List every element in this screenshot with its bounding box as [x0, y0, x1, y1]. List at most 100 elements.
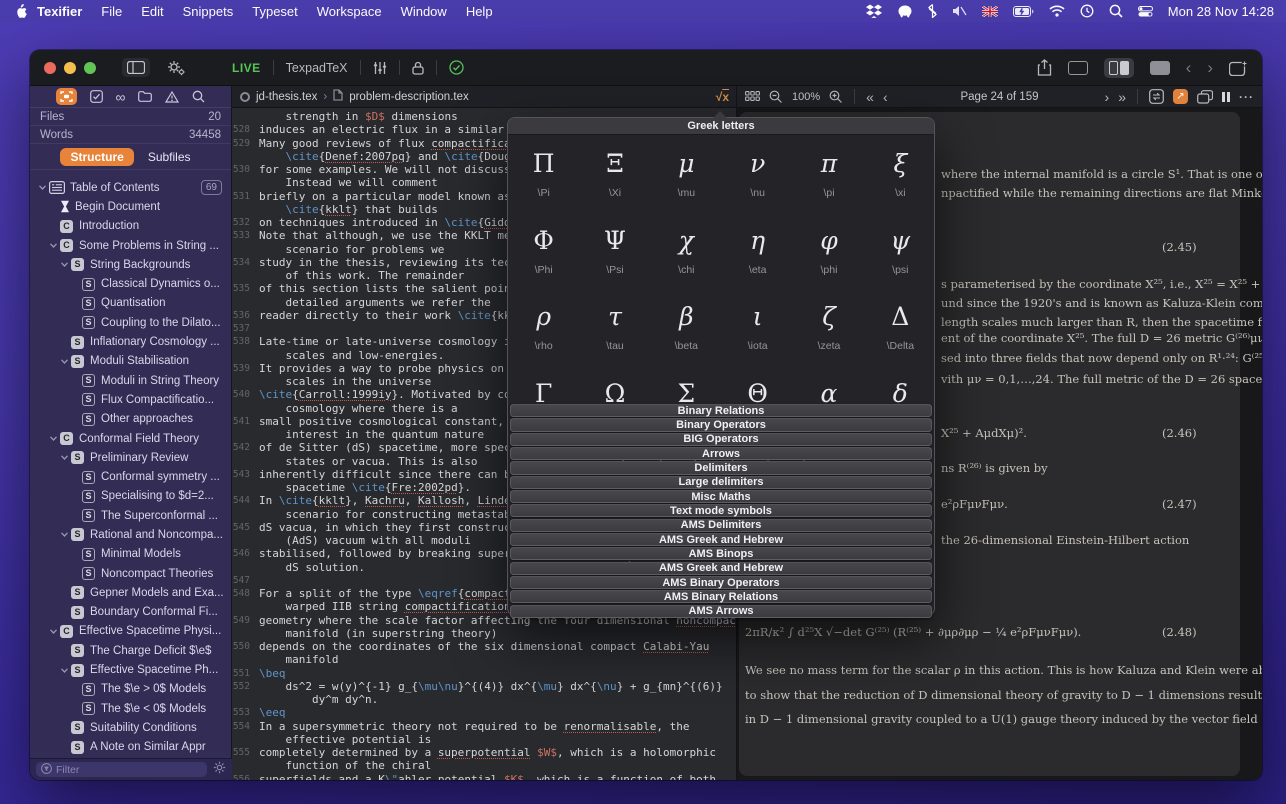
- apple-logo-icon[interactable]: [14, 4, 27, 19]
- toc-item-some-problems-in-string[interactable]: CSome Problems in String ...: [30, 236, 232, 255]
- live-typeset-toggle[interactable]: LIVE: [232, 61, 261, 75]
- greek-symbol-psi[interactable]: ψ\psi: [865, 215, 936, 292]
- greek-symbol-rho[interactable]: ρ\rho: [508, 291, 579, 368]
- toggle-sidebar-icon[interactable]: [122, 58, 150, 77]
- code-line[interactable]: 552 ds^2 = w(y)^{-1} g_{\mu\nu}^{(4)} dx…: [232, 680, 737, 693]
- menu-clock[interactable]: Mon 28 Nov 14:28: [1168, 4, 1274, 19]
- chevron-down-icon[interactable]: [58, 530, 71, 539]
- symbol-section-misc-maths[interactable]: Misc Maths: [510, 490, 932, 503]
- toc-item-the-e-0-models[interactable]: SThe $\e > 0$ Models: [30, 680, 232, 699]
- symbol-section-delimiters[interactable]: Delimiters: [510, 461, 932, 474]
- sidebar-settings-gear-icon[interactable]: [213, 761, 226, 779]
- chevron-down-icon[interactable]: [36, 183, 49, 192]
- uk-keyboard-flag-icon[interactable]: [982, 6, 998, 17]
- code-line[interactable]: 556superfields and a K\"ahler potential …: [232, 773, 737, 781]
- toc-item-begin-document[interactable]: Begin Document: [30, 197, 232, 216]
- greek-symbol-eta[interactable]: η\eta: [722, 215, 793, 292]
- toc-item-minimal-models[interactable]: SMinimal Models: [30, 545, 232, 564]
- greek-symbol-pi[interactable]: π\pi: [793, 138, 864, 215]
- toc-item-flux-compactificatio[interactable]: SFlux Compactificatio...: [30, 390, 232, 409]
- toc-item-the-charge-deficit-e[interactable]: SThe Charge Deficit $\e$: [30, 641, 232, 660]
- code-line[interactable]: 553\eeq: [232, 706, 737, 719]
- menu-item-workspace[interactable]: Workspace: [317, 4, 382, 19]
- todo-checkbox-icon[interactable]: [90, 90, 103, 103]
- toc-item-noncompact-theories[interactable]: SNoncompact Theories: [30, 564, 232, 583]
- previous-page-icon[interactable]: ‹: [883, 89, 888, 105]
- chevron-down-icon[interactable]: [47, 241, 60, 250]
- menu-item-file[interactable]: File: [101, 4, 122, 19]
- chevron-down-icon[interactable]: [47, 627, 60, 636]
- view-pdf-only-button[interactable]: [1150, 61, 1170, 75]
- search-icon[interactable]: [192, 90, 205, 103]
- toc-item-suitability-conditions[interactable]: SSuitability Conditions: [30, 718, 232, 737]
- zoom-window-button[interactable]: [84, 62, 96, 74]
- history-forward-icon[interactable]: ›: [1207, 59, 1213, 76]
- menu-item-typeset[interactable]: Typeset: [252, 4, 298, 19]
- toc-item-preliminary-review[interactable]: SPreliminary Review: [30, 448, 232, 467]
- symbol-section-binary-relations[interactable]: Binary Relations: [510, 404, 932, 417]
- view-split-button[interactable]: [1104, 58, 1134, 78]
- greek-symbol-xi[interactable]: ξ\xi: [865, 138, 936, 215]
- greek-symbol-chi[interactable]: χ\chi: [651, 215, 722, 292]
- symbol-section-ams-binary-relations[interactable]: AMS Binary Relations: [510, 590, 932, 603]
- menu-item-edit[interactable]: Edit: [141, 4, 163, 19]
- greek-symbol-phi[interactable]: φ\phi: [793, 215, 864, 292]
- greek-symbol-delta[interactable]: Δ\Delta: [865, 291, 936, 368]
- greek-symbol-iota[interactable]: ι\iota: [722, 291, 793, 368]
- symbol-grid-icon[interactable]: [745, 91, 760, 102]
- symbol-section-large-delimiters[interactable]: Large delimiters: [510, 476, 932, 489]
- bluetooth-icon[interactable]: [928, 4, 937, 18]
- math-symbols-button[interactable]: √x: [716, 90, 729, 104]
- next-page-icon[interactable]: ›: [1105, 89, 1110, 105]
- symbol-section-ams-greek-and-hebrew[interactable]: AMS Greek and Hebrew: [510, 533, 932, 546]
- toc-item-gepner-models-and-exa[interactable]: SGepner Models and Exa...: [30, 583, 232, 602]
- symbol-section-text-mode-symbols[interactable]: Text mode symbols: [510, 504, 932, 517]
- code-line[interactable]: function of the chiral: [232, 759, 737, 772]
- code-line[interactable]: manifold (in superstring theory): [232, 627, 737, 640]
- greek-symbol-pi[interactable]: Π\Pi: [508, 138, 579, 215]
- toc-item-other-approaches[interactable]: SOther approaches: [30, 410, 232, 429]
- toc-item-conformal-symmetry[interactable]: SConformal symmetry ...: [30, 467, 232, 486]
- symbol-section-arrows[interactable]: Arrows: [510, 447, 932, 460]
- battery-charging-icon[interactable]: [1013, 6, 1034, 17]
- more-options-icon[interactable]: ···: [1239, 90, 1254, 104]
- toc-item-boundary-conformal-fi[interactable]: SBoundary Conformal Fi...: [30, 603, 232, 622]
- mammoth-icon[interactable]: [897, 5, 913, 18]
- zoom-in-icon[interactable]: [829, 90, 843, 103]
- spotlight-icon[interactable]: [1109, 4, 1123, 18]
- greek-symbol-tau[interactable]: τ\tau: [579, 291, 650, 368]
- symbol-section-big-operators[interactable]: BIG Operators: [510, 433, 932, 446]
- zoom-level[interactable]: 100%: [792, 91, 820, 103]
- close-window-button[interactable]: [44, 62, 56, 74]
- filter-input[interactable]: [56, 764, 202, 776]
- toc-item-classical-dynamics-o[interactable]: SClassical Dynamics o...: [30, 274, 232, 293]
- dropbox-icon[interactable]: [866, 4, 882, 18]
- lock-icon[interactable]: [412, 61, 424, 75]
- breadcrumb-root[interactable]: jd-thesis.tex: [256, 91, 317, 103]
- chevron-down-icon[interactable]: [58, 357, 71, 366]
- sync-tex-icon[interactable]: [1149, 89, 1164, 104]
- folder-icon[interactable]: [138, 91, 152, 102]
- pause-typeset-icon[interactable]: [1222, 92, 1230, 102]
- code-line[interactable]: 550depends on the coordinates of the six…: [232, 640, 737, 653]
- toc-item-effective-spacetime-ph[interactable]: SEffective Spacetime Ph...: [30, 660, 232, 679]
- symbol-section-ams-greek-and-hebrew[interactable]: AMS Greek and Hebrew: [510, 562, 932, 575]
- chevron-down-icon[interactable]: [58, 453, 71, 462]
- history-back-icon[interactable]: ‹: [1186, 59, 1192, 76]
- typeset-engine-label[interactable]: TexpadTeX: [286, 61, 348, 75]
- symbol-section-binary-operators[interactable]: Binary Operators: [510, 418, 932, 431]
- toc-item-the-e-0-models[interactable]: SThe $\e < 0$ Models: [30, 699, 232, 718]
- toc-item-rational-and-noncompa[interactable]: SRational and Noncompa...: [30, 525, 232, 544]
- breadcrumb-file[interactable]: problem-description.tex: [349, 91, 469, 103]
- toc-item-coupling-to-the-dilato[interactable]: SCoupling to the Dilato...: [30, 313, 232, 332]
- structure-scan-icon[interactable]: [56, 88, 77, 105]
- greek-symbol-phi[interactable]: Φ\Phi: [508, 215, 579, 292]
- greek-symbol-nu[interactable]: ν\nu: [722, 138, 793, 215]
- warnings-icon[interactable]: [165, 91, 179, 103]
- toc-item-string-backgrounds[interactable]: SString Backgrounds: [30, 255, 232, 274]
- chevron-down-icon[interactable]: [47, 434, 60, 443]
- greek-symbol-beta[interactable]: β\beta: [651, 291, 722, 368]
- toc-item-moduli-stabilisation[interactable]: SModuli Stabilisation: [30, 352, 232, 371]
- zoom-out-icon[interactable]: [769, 90, 783, 103]
- greek-symbol-zeta[interactable]: ζ\zeta: [793, 291, 864, 368]
